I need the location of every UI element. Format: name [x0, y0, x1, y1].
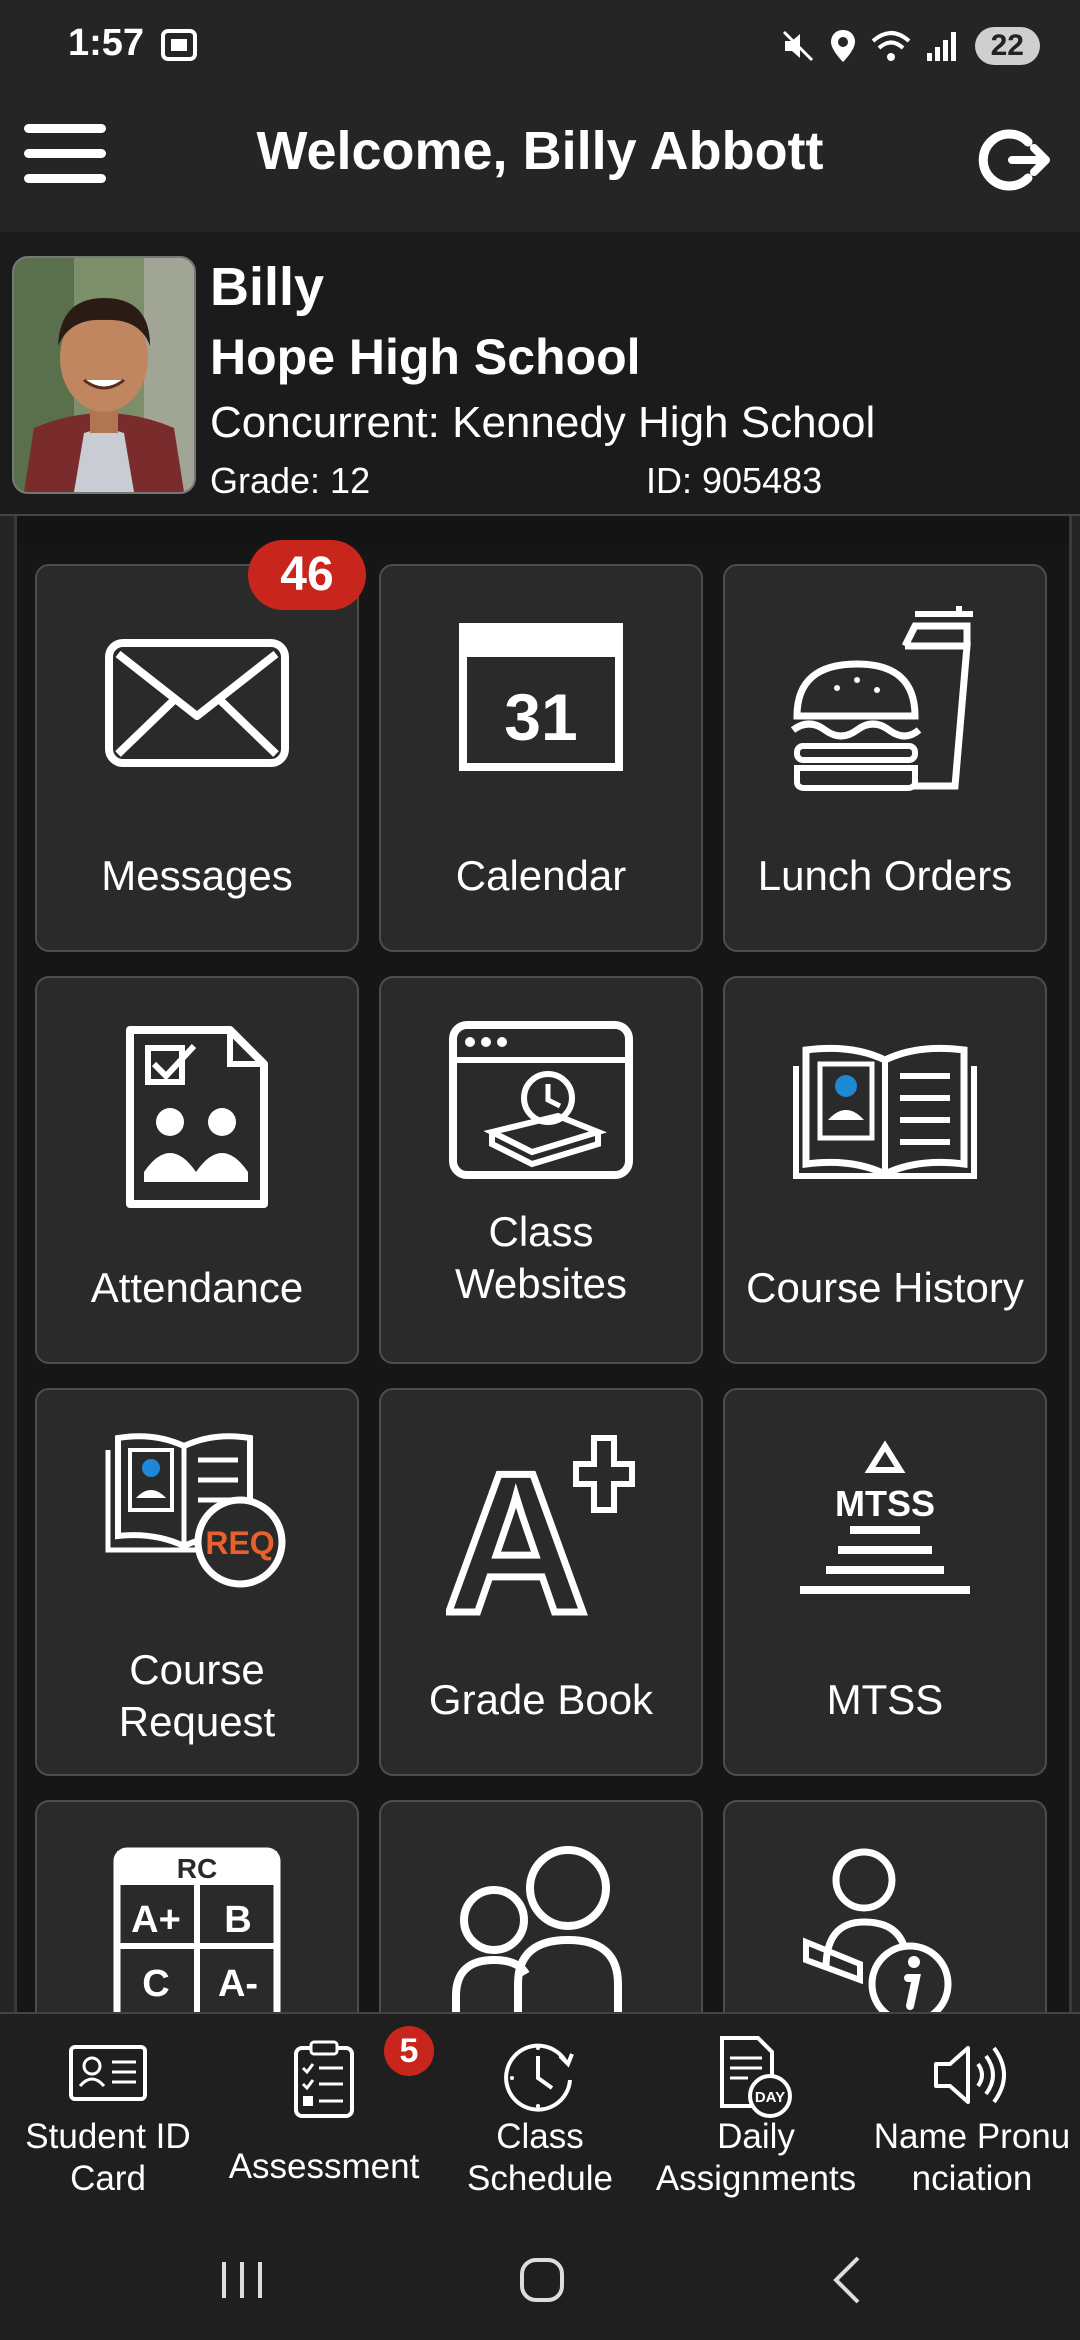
rc-cell: B	[224, 1899, 251, 1941]
sign-out-icon[interactable]	[976, 122, 1052, 198]
school-name: Hope High School	[210, 329, 641, 385]
page-title: Welcome, Billy Abbott	[256, 121, 824, 181]
a-plus-icon: A	[446, 1434, 635, 1620]
tile-label-line1: Course	[129, 1646, 265, 1693]
rc-cell: C	[142, 1963, 169, 2005]
nav-class-schedule[interactable]: Class Schedule	[432, 2014, 648, 2214]
pyramid-icon: MTSS	[800, 1440, 970, 1594]
tile-label-line2: Request	[118, 1698, 276, 1745]
rc-cell: A-	[218, 1963, 258, 2005]
day-text: DAY	[755, 2089, 785, 2106]
tile-report-card[interactable]: RC A+ B C A-	[35, 1800, 359, 2012]
student-profile: Billy Hope High School Concurrent: Kenne…	[0, 232, 1080, 516]
calendar-day-text: 31	[504, 680, 577, 754]
status-time: 1:57	[68, 22, 145, 64]
screenshot-icon	[161, 29, 197, 61]
rc-header: RC	[177, 1853, 217, 1884]
messages-badge: 46	[248, 540, 366, 610]
nav-label-line1: Student ID	[25, 2117, 191, 2156]
calendar-icon: 31	[459, 623, 623, 771]
tile-label: MTSS	[826, 1676, 944, 1723]
tile-course-history[interactable]: Course History	[723, 976, 1047, 1364]
student-grade: Grade: 12	[210, 460, 371, 501]
nav-label-line1: Assessment	[228, 2147, 420, 2186]
open-book-icon	[793, 1044, 977, 1179]
tile-label-line2: Websites	[455, 1260, 627, 1307]
grade-letter: A	[446, 1434, 588, 1620]
mute-icon	[782, 30, 813, 62]
status-bar: 1:57 22	[0, 0, 1080, 90]
rc-cell: A+	[131, 1899, 181, 1941]
report-card-icon: RC A+ B C A-	[113, 1847, 281, 2012]
wifi-icon	[871, 31, 910, 61]
req-text: REQ	[205, 1525, 274, 1561]
tile-class-websites[interactable]: Class Websites	[379, 976, 703, 1364]
tile-label: Grade Book	[428, 1676, 654, 1723]
browser-book-clock-icon	[449, 1021, 633, 1179]
location-icon	[830, 30, 855, 62]
pyramid-text: MTSS	[835, 1483, 935, 1524]
tile-person-info[interactable]	[723, 1800, 1047, 2012]
student-name: Billy	[210, 257, 325, 317]
clock-icon	[504, 2043, 574, 2112]
day-document-icon: DAY	[720, 2036, 792, 2118]
avatar	[12, 256, 196, 494]
tile-label: Calendar	[455, 852, 627, 899]
tile-label: Attendance	[90, 1264, 304, 1311]
tile-parents[interactable]	[379, 1800, 703, 2012]
app-grid[interactable]: Messages 31 Calendar Lunch Orders Attend…	[14, 516, 1072, 2012]
envelope-icon	[105, 639, 289, 767]
recent-apps-icon[interactable]	[212, 2250, 272, 2310]
tile-label: Messages	[101, 852, 293, 899]
burger-drink-icon	[790, 606, 973, 791]
nav-label-line1: Daily	[717, 2117, 795, 2156]
book-req-icon: REQ	[105, 1433, 286, 1588]
concurrent-school: Concurrent: Kennedy High School	[210, 398, 876, 447]
nav-label-line2: Assignments	[655, 2159, 857, 2198]
checklist-icon	[294, 2040, 354, 2118]
nav-label-line2: nciation	[911, 2159, 1033, 2198]
system-nav-bar	[0, 2212, 1080, 2340]
tile-label: Course History	[746, 1264, 1024, 1311]
tile-messages[interactable]: Messages	[35, 564, 359, 952]
nav-label-line2: Card	[70, 2159, 146, 2198]
attendance-document-icon	[126, 1026, 268, 1208]
person-info-icon	[803, 1848, 952, 2012]
speaker-icon	[934, 2046, 1006, 2104]
back-icon[interactable]	[818, 2250, 878, 2310]
tile-mtss[interactable]: MTSS MTSS	[723, 1388, 1047, 1776]
assessment-badge: 5	[384, 2026, 434, 2076]
tile-grade-book[interactable]: A Grade Book	[379, 1388, 703, 1776]
tile-label: Lunch Orders	[757, 852, 1013, 899]
home-icon[interactable]	[512, 2250, 572, 2310]
nav-daily-assignments[interactable]: DAY Daily Assignments	[648, 2014, 864, 2214]
tile-label-line1: Class	[488, 1208, 594, 1255]
nav-student-id-card[interactable]: Student ID Card	[0, 2014, 216, 2214]
bottom-nav: Student ID Card Assessment Class Schedul…	[0, 2012, 1080, 2214]
tile-calendar[interactable]: 31 Calendar	[379, 564, 703, 952]
tile-course-request[interactable]: REQ Course Request	[35, 1388, 359, 1776]
nav-label-line2: Schedule	[467, 2159, 613, 2198]
nav-label-line1: Class	[496, 2117, 584, 2156]
nav-name-pronunciation[interactable]: Name Pronu nciation	[864, 2014, 1080, 2214]
battery-icon: 22	[974, 27, 1040, 65]
status-icons: 22	[781, 26, 1040, 66]
tile-attendance[interactable]: Attendance	[35, 976, 359, 1364]
tile-lunch-orders[interactable]: Lunch Orders	[723, 564, 1047, 952]
id-card-icon	[69, 2045, 147, 2101]
student-id: ID: 905483	[646, 460, 823, 501]
signal-icon	[926, 32, 956, 61]
parents-icon	[452, 1846, 622, 2012]
app-header: Welcome, Billy Abbott	[0, 90, 1080, 230]
nav-label-line1: Name Pronu	[873, 2117, 1071, 2156]
